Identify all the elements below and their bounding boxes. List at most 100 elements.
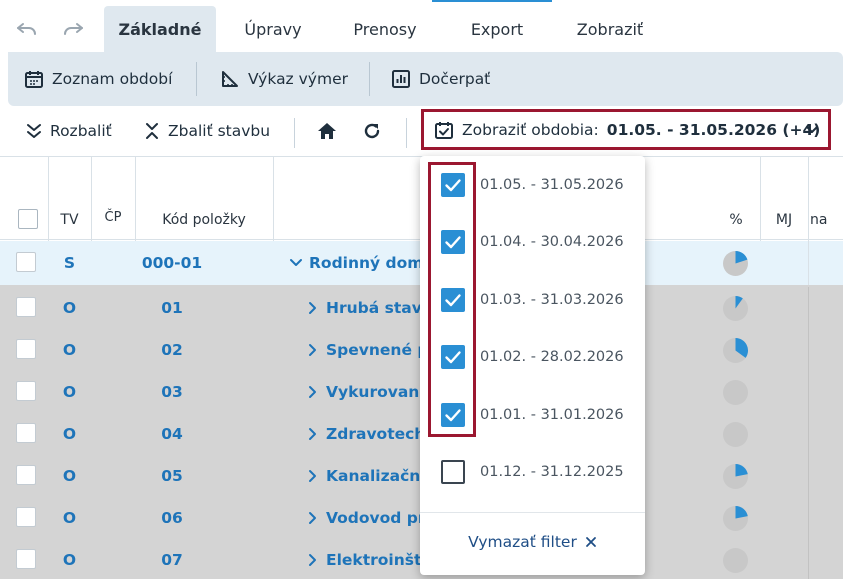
ribbon-divider <box>369 62 370 96</box>
row-name-cell[interactable]: Vykurovani <box>308 371 425 413</box>
chevron-right-icon <box>309 386 316 398</box>
row-checkbox[interactable] <box>16 339 36 359</box>
period-filter-prefix: Zobraziť obdobia: <box>462 120 599 139</box>
row-checkbox[interactable] <box>16 297 36 317</box>
period-option-label: 01.02. - 28.02.2026 <box>480 348 624 365</box>
draw-button[interactable]: Dočerpať <box>391 52 490 106</box>
dropdown-divider <box>420 512 645 513</box>
period-filter-button[interactable]: Zobraziť obdobia: 01.05. - 31.05.2026 (+… <box>421 109 831 150</box>
calendar-icon <box>25 71 43 88</box>
progress-pie-background <box>723 548 748 573</box>
periods-list-button[interactable]: Zoznam období <box>24 52 172 106</box>
tab-prenosy[interactable]: Prenosy <box>336 6 434 52</box>
column-header-percent[interactable]: % <box>712 157 760 241</box>
chevron-right-icon <box>309 512 316 524</box>
column-header-cp[interactable]: ČP <box>91 157 135 241</box>
chevron-right-icon <box>309 554 316 566</box>
progress-pie-background <box>723 380 748 405</box>
row-tv: S <box>63 254 76 272</box>
row-name: Kanalizačn <box>326 467 421 485</box>
redo-icon[interactable] <box>60 18 86 40</box>
expand-label: Rozbaliť <box>50 122 112 140</box>
chevron-right-icon <box>309 470 316 482</box>
row-name-cell[interactable]: Vodovod pr <box>308 497 426 539</box>
tab-export[interactable]: Export <box>454 6 540 52</box>
undo-icon[interactable] <box>14 18 40 40</box>
top-tab-bar: Základné Úpravy Prenosy Export Zobraziť <box>0 0 843 52</box>
collapse-icon <box>146 123 158 139</box>
tab-zakladne[interactable]: Základné <box>104 6 216 52</box>
row-name-cell[interactable]: Spevnené p <box>308 329 428 371</box>
row-code: 01 <box>161 299 183 317</box>
row-checkbox[interactable] <box>16 507 36 527</box>
row-name-cell[interactable]: Hrubá stav <box>308 287 422 329</box>
row-tv: O <box>62 299 77 317</box>
measurements-button[interactable]: Výkaz výmer <box>220 52 348 106</box>
row-name: Vykurovani <box>326 383 425 401</box>
column-header-tv[interactable]: TV <box>48 157 91 241</box>
row-checkbox[interactable] <box>16 252 36 272</box>
chevron-down-icon <box>806 126 818 133</box>
row-tv: O <box>62 383 77 401</box>
row-tv: O <box>62 467 77 485</box>
period-option-label: 01.04. - 30.04.2026 <box>480 233 624 250</box>
ribbon-divider <box>196 62 197 96</box>
progress-pie-background <box>723 422 748 447</box>
checkbox-unchecked[interactable] <box>441 459 465 484</box>
tab-upravy[interactable]: Úpravy <box>226 6 320 52</box>
collapse-label: Zbaliť stavbu <box>168 122 271 140</box>
progress-pie <box>723 338 748 363</box>
clear-filter-button[interactable]: Vymazať filter <box>420 526 645 558</box>
select-all-checkbox[interactable] <box>18 209 38 229</box>
ribbon: Zoznam období Výkaz výmer Dočerpať <box>8 52 843 106</box>
row-tv: O <box>62 551 77 569</box>
home-icon[interactable] <box>316 106 338 156</box>
refresh-icon[interactable] <box>362 106 382 156</box>
progress-pie <box>723 464 748 489</box>
row-checkbox[interactable] <box>16 423 36 443</box>
row-checkbox[interactable] <box>16 549 36 569</box>
row-code: 06 <box>161 509 183 527</box>
expand-button[interactable]: Rozbaliť <box>26 106 112 156</box>
chevron-right-icon <box>309 302 316 314</box>
period-filter-value: 01.05. - 31.05.2026 (+4) <box>606 120 821 139</box>
row-code: 000-01 <box>141 254 203 272</box>
row-code: 05 <box>161 467 183 485</box>
toolbar-divider <box>294 118 295 148</box>
column-divider <box>808 287 809 579</box>
row-name-cell[interactable]: Elektroinšt <box>308 539 421 579</box>
row-name: Rodinný dom <box>309 254 424 272</box>
row-name: Zdravotech <box>326 425 426 443</box>
progress-pie <box>723 296 748 321</box>
progress-pie <box>723 548 748 573</box>
row-name-cell[interactable]: Zdravotech <box>308 413 425 455</box>
chevron-right-icon <box>309 344 316 356</box>
close-icon <box>585 537 596 547</box>
row-tv: O <box>62 509 77 527</box>
row-checkbox[interactable] <box>16 381 36 401</box>
chevron-right-icon <box>309 428 316 440</box>
app-root: Základné Úpravy Prenosy Export Zobraziť … <box>0 0 843 579</box>
row-name: Hrubá stav <box>326 299 422 317</box>
row-name: Vodovod pr <box>326 509 426 527</box>
double-chevron-down-icon <box>27 124 41 138</box>
progress-pie <box>723 422 748 447</box>
row-name-cell[interactable]: Kanalizačn <box>308 455 420 497</box>
row-checkbox[interactable] <box>16 465 36 485</box>
period-option-label: 01.12. - 31.12.2025 <box>480 463 624 480</box>
row-name: Elektroinšt <box>326 551 422 569</box>
column-header-code[interactable]: Kód položky <box>135 157 273 241</box>
collapse-button[interactable]: Zbaliť stavbu <box>144 106 270 156</box>
period-option-label: 01.03. - 31.03.2026 <box>480 291 624 308</box>
period-option-label: 01.05. - 31.05.2026 <box>480 176 624 193</box>
accent-line <box>432 0 552 2</box>
measurements-label: Výkaz výmer <box>248 70 348 88</box>
row-code: 02 <box>161 341 183 359</box>
row-name-cell[interactable]: Rodinný dom <box>289 241 423 285</box>
tab-zobrazit[interactable]: Zobraziť <box>562 6 658 52</box>
column-header-extra[interactable]: na <box>808 157 843 241</box>
period-option[interactable]: 01.12. - 31.12.2025 <box>420 443 645 500</box>
column-header-unit[interactable]: MJ <box>760 157 808 241</box>
ruler-triangle-icon <box>222 71 238 87</box>
clear-filter-label: Vymazať filter <box>468 533 577 551</box>
